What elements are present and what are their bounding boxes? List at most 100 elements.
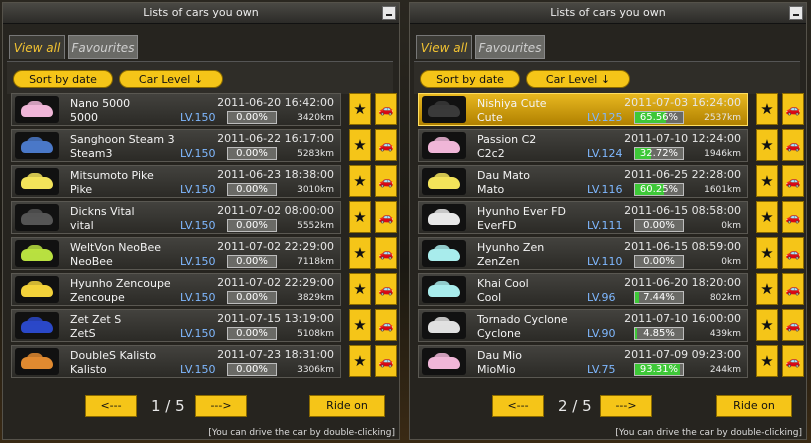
purchase-date: 2011-07-15 13:19:00 (217, 312, 334, 325)
car-icon[interactable]: 🚗 (782, 237, 804, 269)
car-row[interactable]: Passion C2 C2c2 LV.124 2011-07-10 12:24:00 3… (418, 129, 748, 162)
tab-view-all[interactable]: View all (416, 35, 472, 59)
star-icon[interactable]: ★ (349, 93, 371, 125)
car-icon[interactable]: 🚗 (375, 345, 397, 377)
star-icon[interactable]: ★ (349, 165, 371, 197)
car-thumbnail (422, 348, 466, 375)
progress-bar: 65.56% (634, 111, 684, 124)
ride-on-button[interactable]: Ride on (309, 395, 385, 417)
sort-by-date-button[interactable]: Sort by date (420, 70, 520, 88)
car-list-panel-left: Lists of cars you own View all Favourite… (2, 2, 400, 440)
car-icon[interactable]: 🚗 (782, 165, 804, 197)
star-icon[interactable]: ★ (349, 309, 371, 341)
car-icon[interactable]: 🚗 (782, 93, 804, 125)
car-icon[interactable]: 🚗 (375, 309, 397, 341)
car-row[interactable]: Hyunho Zencoupe Zencoupe LV.150 2011-07-02 … (11, 273, 341, 306)
star-icon[interactable]: ★ (756, 345, 778, 377)
progress-bar: 0.00% (634, 219, 684, 232)
tab-view-all[interactable]: View all (9, 35, 65, 59)
purchase-date: 2011-07-02 22:29:00 (217, 276, 334, 289)
car-level: LV.150 (180, 291, 216, 304)
car-name: Dau Mio (477, 349, 522, 362)
ride-on-button[interactable]: Ride on (716, 395, 792, 417)
star-icon[interactable]: ★ (349, 129, 371, 161)
list-footer: <--- 1 / 5 ---> Ride on [You can drive t… (3, 391, 399, 439)
car-level-sort-button[interactable]: Car Level ↓ (526, 70, 630, 88)
purchase-date: 2011-07-02 08:00:00 (217, 204, 334, 217)
car-icon[interactable]: 🚗 (375, 93, 397, 125)
progress-label: 4.85% (643, 328, 675, 339)
car-row[interactable]: Khai Cool Cool LV.96 2011-06-20 18:20:00 7.4… (418, 273, 748, 306)
car-icon[interactable]: 🚗 (375, 165, 397, 197)
car-row[interactable]: WeltVon NeoBee NeoBee LV.150 2011-07-02 22:… (11, 237, 341, 270)
star-icon[interactable]: ★ (756, 201, 778, 233)
mileage: 439km (709, 329, 741, 339)
list-footer: <--- 2 / 5 ---> Ride on [You can drive t… (410, 391, 806, 439)
progress-bar: 7.44% (634, 291, 684, 304)
car-row[interactable]: Hyunho Ever FD EverFD LV.111 2011-06-15 08:… (418, 201, 748, 234)
star-icon[interactable]: ★ (349, 273, 371, 305)
star-icon[interactable]: ★ (756, 309, 778, 341)
car-row[interactable]: Tornado Cyclone Cyclone LV.90 2011-07-10 16… (418, 309, 748, 342)
prev-page-button[interactable]: <--- (492, 395, 544, 417)
progress-label: 0.00% (236, 328, 268, 339)
car-level: LV.150 (180, 327, 216, 340)
car-icon[interactable]: 🚗 (782, 273, 804, 305)
car-thumbnail (15, 168, 59, 195)
car-row[interactable]: Dickns Vital vital LV.150 2011-07-02 08:00:… (11, 201, 341, 234)
page-indicator: 1 / 5 (151, 397, 185, 415)
purchase-date: 2011-07-23 18:31:00 (217, 348, 334, 361)
car-icon[interactable]: 🚗 (375, 129, 397, 161)
progress-bar: 4.85% (634, 327, 684, 340)
purchase-date: 2011-06-15 08:59:00 (624, 240, 741, 253)
car-level-sort-button[interactable]: Car Level ↓ (119, 70, 223, 88)
car-level: LV.116 (587, 183, 623, 196)
star-icon[interactable]: ★ (756, 237, 778, 269)
minimize-icon[interactable] (789, 6, 803, 20)
prev-page-button[interactable]: <--- (85, 395, 137, 417)
car-short-name: Pike (70, 183, 93, 196)
purchase-date: 2011-06-23 18:38:00 (217, 168, 334, 181)
car-name: Nano 5000 (70, 97, 131, 110)
car-row[interactable]: Dau Mato Mato LV.116 2011-06-25 22:28:00 60.… (418, 165, 748, 198)
car-icon[interactable]: 🚗 (782, 345, 804, 377)
progress-label: 0.00% (236, 112, 268, 123)
star-icon[interactable]: ★ (349, 237, 371, 269)
car-row[interactable]: Nishiya Cute Cute LV.125 2011-07-03 16:24:0… (418, 93, 748, 126)
car-row[interactable]: Dau Mio MioMio LV.75 2011-07-09 09:23:00 93.… (418, 345, 748, 378)
tab-favourites[interactable]: Favourites (475, 35, 545, 59)
car-row[interactable]: DoubleS Kalisto Kalisto LV.150 2011-07-23 1… (11, 345, 341, 378)
star-icon[interactable]: ★ (756, 129, 778, 161)
car-list: Nano 5000 5000 LV.150 2011-06-20 16:42:00 0.… (11, 93, 397, 379)
star-icon[interactable]: ★ (756, 165, 778, 197)
sort-by-date-button[interactable]: Sort by date (13, 70, 113, 88)
car-name: WeltVon NeoBee (70, 241, 162, 254)
star-icon[interactable]: ★ (349, 201, 371, 233)
double-click-hint: [You can drive the car by double-clickin… (615, 428, 802, 438)
car-row[interactable]: Nano 5000 5000 LV.150 2011-06-20 16:42:00 0.… (11, 93, 341, 126)
car-name: Sanghoon Steam 3 (70, 133, 175, 146)
progress-label: 0.00% (643, 256, 675, 267)
minimize-icon[interactable] (382, 6, 396, 20)
car-short-name: Cool (477, 291, 502, 304)
car-icon[interactable]: 🚗 (375, 201, 397, 233)
next-page-button[interactable]: ---> (600, 395, 652, 417)
car-icon[interactable]: 🚗 (375, 237, 397, 269)
car-short-name: Cute (477, 111, 503, 124)
star-icon[interactable]: ★ (349, 345, 371, 377)
car-row[interactable]: Hyunho Zen ZenZen LV.110 2011-06-15 08:59:0… (418, 237, 748, 270)
car-icon[interactable]: 🚗 (782, 309, 804, 341)
progress-label: 93.31% (639, 364, 679, 375)
next-page-button[interactable]: ---> (195, 395, 247, 417)
car-list: Nishiya Cute Cute LV.125 2011-07-03 16:24:0… (418, 93, 804, 379)
progress-label: 0.00% (236, 220, 268, 231)
car-icon[interactable]: 🚗 (375, 273, 397, 305)
car-icon[interactable]: 🚗 (782, 129, 804, 161)
tab-favourites[interactable]: Favourites (68, 35, 138, 59)
car-row[interactable]: Zet Zet S ZetS LV.150 2011-07-15 13:19:00 0.… (11, 309, 341, 342)
car-row[interactable]: Sanghoon Steam 3 Steam3 LV.150 2011-06-22 1… (11, 129, 341, 162)
star-icon[interactable]: ★ (756, 93, 778, 125)
car-row[interactable]: Mitsumoto Pike Pike LV.150 2011-06-23 18:38… (11, 165, 341, 198)
car-icon[interactable]: 🚗 (782, 201, 804, 233)
star-icon[interactable]: ★ (756, 273, 778, 305)
